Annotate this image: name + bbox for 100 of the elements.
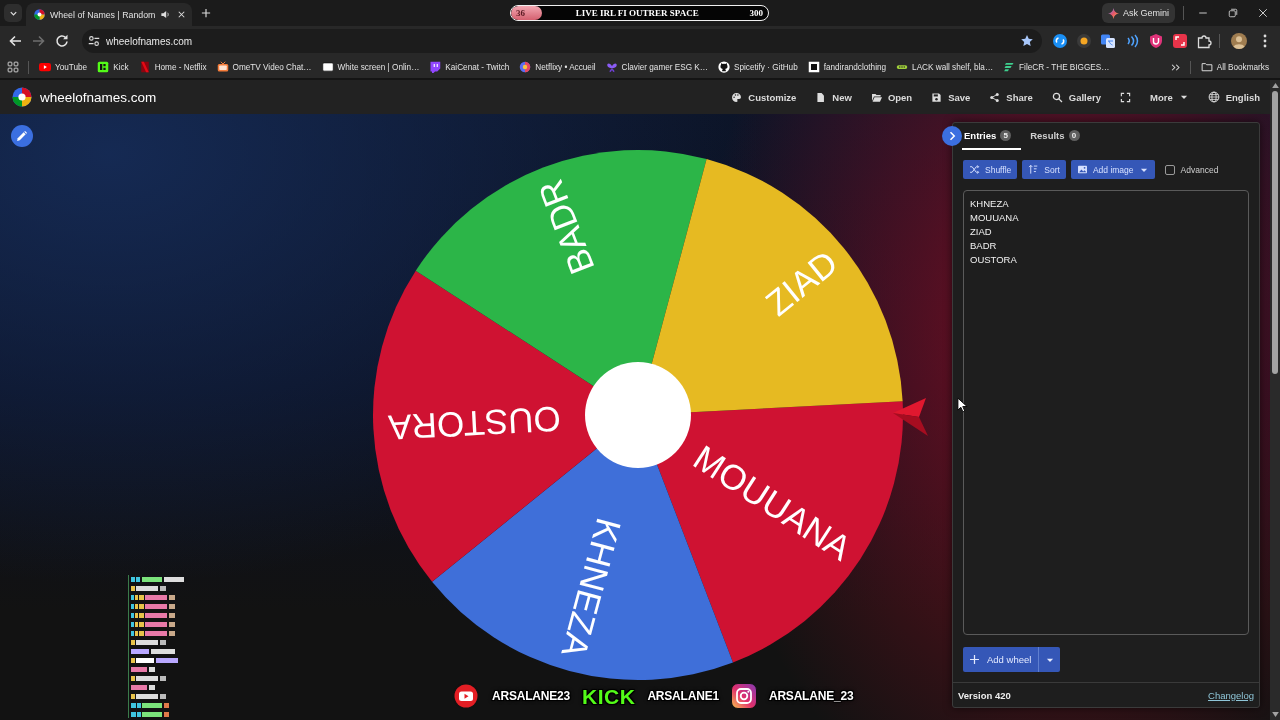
wheel-logo-icon[interactable]	[12, 87, 32, 107]
tab-search-button[interactable]	[4, 4, 22, 22]
wheel-hub[interactable]	[585, 362, 691, 468]
play-logo-icon	[39, 61, 51, 73]
toolbar-button[interactable]: Add image	[1070, 160, 1155, 179]
stripe-logo-icon	[138, 61, 151, 73]
swirl-icon[interactable]	[1052, 33, 1068, 49]
double-chevron-icon[interactable]	[1169, 61, 1181, 73]
changelog-link[interactable]: Changelog	[1208, 689, 1254, 701]
file-icon	[815, 91, 827, 103]
username: ARSALANE_23	[768, 689, 854, 703]
wheel-label: OUSTORA	[387, 399, 562, 448]
bookmark[interactable]: All Bookmarks	[1195, 58, 1274, 76]
shield-icon[interactable]	[1148, 33, 1164, 49]
wheel-label: BADR	[530, 174, 602, 280]
site-title[interactable]: wheelofnames.com	[40, 89, 157, 105]
logo-text: KICK	[582, 685, 636, 707]
new-tab-icon[interactable]	[200, 7, 212, 19]
tv-icon	[216, 61, 229, 73]
bookmark[interactable]: Kick	[92, 58, 134, 76]
arrow-down-icon[interactable]	[1271, 712, 1279, 717]
star-icon[interactable]	[1020, 34, 1034, 48]
bookmark[interactable]: Spicetify · GitHub	[713, 58, 803, 76]
folder-icon	[1200, 61, 1213, 73]
toolbar-button[interactable]: Shuffle	[963, 160, 1018, 179]
entry-line: ZIAD	[970, 225, 992, 239]
square-logo-icon	[97, 61, 110, 73]
restore-icon[interactable]	[1227, 7, 1239, 19]
edit-button[interactable]	[11, 125, 33, 147]
close-icon[interactable]	[1257, 7, 1269, 19]
count-badge: 0	[1068, 130, 1080, 141]
plus-icon	[969, 654, 980, 665]
scrollbar-thumb[interactable]	[1272, 91, 1278, 374]
screen-icon	[321, 61, 334, 73]
stream-title: LIVE IRL FI OUTRER SPACE	[575, 8, 699, 18]
entry-line: OUSTORA	[970, 253, 1017, 267]
ask-gemini-button[interactable]: Ask Gemini	[1102, 3, 1175, 23]
image-icon	[1076, 164, 1088, 175]
version-label: Version 420	[958, 689, 1011, 701]
sort-icon	[1028, 164, 1040, 175]
scrollbar[interactable]	[1270, 80, 1280, 720]
entries-field[interactable]: KHNEZA MOUUANA ZIAD BADR OUSTORA	[963, 190, 1249, 635]
add-wheel-button[interactable]: Add wheel	[963, 647, 1039, 672]
sparkle-icon	[1108, 7, 1119, 19]
goal-count: 36	[516, 8, 525, 18]
more-menu-button[interactable]: More	[1150, 91, 1189, 103]
arrow-up-icon[interactable]	[1271, 83, 1279, 88]
browser-tab[interactable]: Wheel of Names | Random	[26, 3, 192, 26]
count-badge: 5	[1000, 130, 1012, 141]
menu-button[interactable]: Customize	[731, 91, 797, 103]
bookmark[interactable]: KaiCenat - Twitch	[424, 58, 515, 76]
bookmark[interactable]: FileCR - THE BIGGES…	[998, 58, 1115, 76]
collapse-button[interactable]	[942, 126, 962, 146]
puzzle-icon[interactable]	[1196, 33, 1212, 49]
bookmark[interactable]: Netflixy • Accueil	[514, 58, 601, 76]
bookmark[interactable]: OmeTV Video Chat…	[211, 58, 317, 76]
camera-icon	[730, 683, 757, 709]
chat-bubble-icon	[429, 61, 442, 73]
square-app-icon[interactable]	[1172, 33, 1188, 49]
bookmark[interactable]: White screen | Onlin…	[316, 58, 425, 76]
entry-line: BADR	[970, 239, 997, 253]
dot-icon[interactable]	[1076, 33, 1092, 49]
reload-icon[interactable]	[54, 33, 70, 49]
bookmark[interactable]: fandirandclothing	[802, 58, 892, 76]
back-arrow-icon[interactable]	[7, 33, 23, 49]
shuffle-icon	[969, 164, 980, 175]
site-settings-icon[interactable]	[87, 34, 101, 48]
folder-icon	[870, 91, 882, 103]
bookmark[interactable]: Clavier gamer ESG K…	[600, 58, 713, 76]
palette-icon	[731, 91, 743, 103]
checkbox-label[interactable]: Advanced	[1180, 164, 1219, 175]
menu-button[interactable]: Gallery	[1051, 91, 1101, 103]
menu-button[interactable]: Open	[870, 91, 913, 103]
panel-tab[interactable]: Results 0	[1021, 123, 1090, 150]
fullscreen-icon[interactable]	[1120, 91, 1131, 103]
bookmark[interactable]: LACK wall shelf, bla…	[891, 58, 999, 76]
bookmark[interactable]: Home - Netflix	[133, 58, 212, 76]
play-button-icon	[452, 682, 480, 710]
menu-button[interactable]: Share	[989, 91, 1033, 103]
bookmark[interactable]: YouTube	[34, 58, 93, 76]
square-logo-icon	[807, 61, 820, 73]
menu-button[interactable]: New	[815, 91, 852, 103]
toolbar-button[interactable]: Sort	[1022, 160, 1066, 179]
checkbox[interactable]	[1164, 164, 1175, 175]
overlapping-squares-icon[interactable]	[1100, 33, 1116, 49]
username: ARSALANE1	[647, 689, 719, 703]
mouse-cursor-icon	[957, 397, 968, 413]
share-icon	[989, 91, 1001, 103]
search-icon	[1051, 91, 1063, 103]
signal-waves-icon[interactable]	[1124, 33, 1140, 49]
language-button[interactable]: English	[1207, 91, 1260, 103]
menu-button[interactable]: Save	[931, 91, 971, 103]
add-wheel-menu-button[interactable]	[1038, 647, 1061, 672]
address-bar[interactable]: wheelofnames.com	[82, 29, 1042, 53]
stripes-icon	[1003, 61, 1016, 73]
apps-grid-icon[interactable]	[7, 61, 19, 73]
panel-tab[interactable]: Entries 5	[962, 123, 1022, 150]
forward-arrow-icon[interactable]	[31, 33, 47, 49]
butterfly-icon	[605, 61, 618, 73]
avatar-icon[interactable]	[1231, 33, 1247, 49]
